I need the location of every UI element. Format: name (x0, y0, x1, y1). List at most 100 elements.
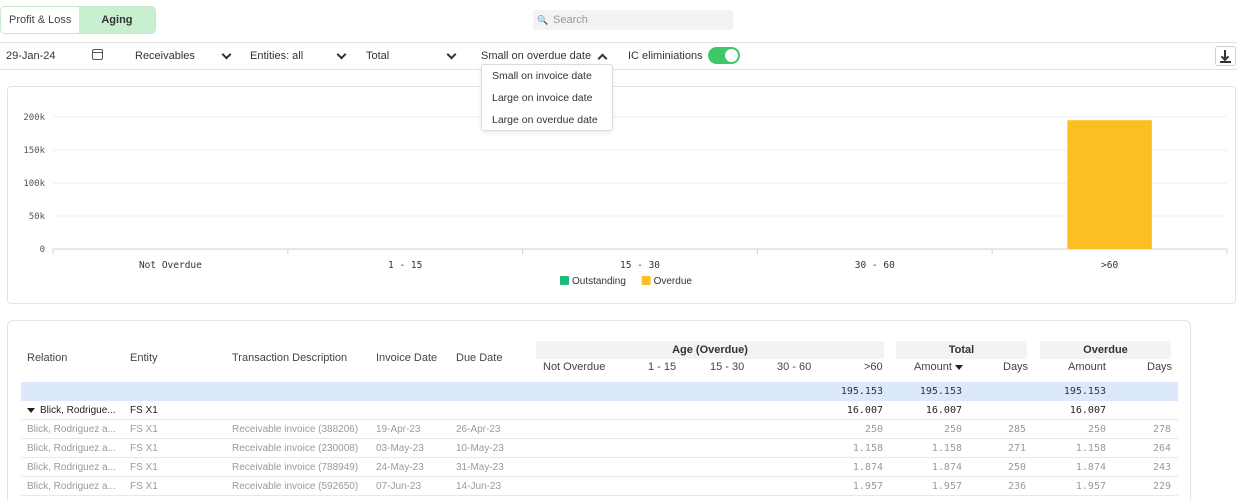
search-input[interactable] (553, 11, 728, 29)
sort-option-large-overdue[interactable]: Large on overdue date (492, 112, 598, 128)
col-header-not-overdue[interactable]: Not Overdue (543, 361, 605, 373)
col-header-description[interactable]: Transaction Description (232, 352, 347, 364)
chevron-down-icon (336, 49, 347, 60)
y-tick-label: 200k (23, 113, 45, 123)
col-header-overdue-days[interactable]: Days (1147, 361, 1172, 373)
tab-profit-loss[interactable]: Profit & Loss (1, 7, 80, 33)
table-row[interactable]: Blick, Rodriguez a... FS X1 Receivable i… (21, 477, 1178, 496)
cell-overdue-amount: 1.158 (1075, 443, 1106, 454)
group-total-amount: 16.007 (925, 405, 962, 416)
cell-relation: Blick, Rodriguez a... (27, 462, 116, 473)
group-60-plus: 16.007 (846, 405, 883, 416)
cell-due-date: 31-May-23 (456, 462, 504, 473)
col-header-relation[interactable]: Relation (27, 352, 67, 364)
tab-aging[interactable]: Aging (79, 7, 155, 33)
download-button[interactable] (1215, 46, 1236, 66)
summary-overdue-amount: 195.153 (1063, 386, 1106, 397)
sort-dropdown-menu: Small on invoice date Large on invoice d… (481, 64, 613, 131)
cell-invoice-date: 24-May-23 (376, 462, 424, 473)
cell-total-days: 271 (1007, 443, 1026, 454)
summary-total-amount: 195.153 (919, 386, 962, 397)
cell-60-plus: 250 (864, 424, 883, 435)
cell-total-days: 250 (1007, 462, 1026, 473)
divider (0, 42, 1237, 43)
group-row[interactable]: Blick, Rodrigue... FS X1 16.007 16.007 1… (21, 401, 1178, 420)
cell-invoice-date: 07-Jun-23 (376, 481, 422, 492)
cell-total-amount: 1.874 (931, 462, 962, 473)
cell-due-date: 26-Apr-23 (456, 424, 501, 435)
group-overdue-amount: 16.007 (1069, 405, 1106, 416)
entities-select[interactable]: Entities: all (250, 47, 350, 65)
col-header-60-plus[interactable]: >60 (864, 361, 883, 373)
type-select[interactable]: Receivables (135, 47, 235, 65)
sort-option-large-invoice[interactable]: Large on invoice date (492, 90, 592, 106)
col-header-overdue-amount[interactable]: Amount (1068, 361, 1106, 373)
chevron-up-icon (597, 53, 608, 64)
y-tick-label: 150k (23, 146, 45, 156)
legend-label-outstanding: Outstanding (572, 276, 626, 287)
scope-select[interactable]: Total (366, 47, 458, 65)
col-header-total-days[interactable]: Days (1003, 361, 1028, 373)
bar-overdue (1067, 120, 1152, 249)
summary-row: 195.153 195.153 195.153 (21, 382, 1178, 401)
summary-60-plus: 195.153 (840, 386, 883, 397)
toggle-knob (725, 49, 738, 62)
x-tick-label: Not Overdue (139, 260, 202, 271)
table-row[interactable]: Blick, Rodriguez a... FS X1 Receivable i… (21, 458, 1178, 477)
legend-swatch-overdue (641, 276, 651, 285)
cell-overdue-amount: 1.874 (1075, 462, 1106, 473)
legend-swatch-outstanding (560, 276, 569, 285)
cell-overdue-days: 264 (1152, 443, 1171, 454)
ic-eliminations-toggle[interactable] (708, 47, 740, 64)
sort-option-small-invoice[interactable]: Small on invoice date (492, 68, 592, 84)
col-header-invoice-date[interactable]: Invoice Date (376, 352, 437, 364)
cell-due-date: 10-May-23 (456, 443, 504, 454)
group-entity: FS X1 (130, 405, 158, 416)
chevron-down-icon (221, 49, 232, 60)
col-header-15-30[interactable]: 15 - 30 (710, 361, 744, 373)
cell-overdue-days: 278 (1152, 424, 1171, 435)
cell-total-days: 285 (1007, 424, 1026, 435)
cell-relation: Blick, Rodriguez a... (27, 443, 116, 454)
cell-due-date: 14-Jun-23 (456, 481, 502, 492)
scope-select-label: Total (366, 50, 390, 62)
x-tick-label: 15 - 30 (620, 260, 660, 271)
cell-60-plus: 1.957 (852, 481, 883, 492)
col-group-overdue: Overdue (1040, 341, 1171, 359)
sort-select[interactable]: Small on overdue date (481, 47, 611, 65)
col-header-total-amount[interactable]: Amount (914, 361, 963, 373)
cell-entity: FS X1 (130, 443, 158, 454)
cell-relation: Blick, Rodriguez a... (27, 481, 116, 492)
cell-relation: Blick, Rodriguez a... (27, 424, 116, 435)
y-tick-label: 0 (40, 245, 45, 255)
calendar-icon[interactable] (92, 49, 103, 60)
cell-overdue-days: 229 (1152, 481, 1171, 492)
col-header-due-date[interactable]: Due Date (456, 352, 502, 364)
cell-description: Receivable invoice (388206) (232, 424, 359, 435)
sort-desc-icon (954, 364, 963, 370)
cell-entity: FS X1 (130, 424, 158, 435)
col-header-1-15[interactable]: 1 - 15 (648, 361, 676, 373)
cell-description: Receivable invoice (230008) (232, 443, 359, 454)
group-relation[interactable]: Blick, Rodrigue... (27, 401, 131, 420)
aging-chart: 0 50k 100k 150k 200k Not Overdue 1 - 15 15 - 30… (23, 113, 1228, 287)
x-tick-label: 30 - 60 (855, 260, 895, 271)
date-filter[interactable]: 29-Jan-24 (6, 47, 56, 65)
cell-60-plus: 1.158 (852, 443, 883, 454)
table-row[interactable]: Blick, Rodriguez a... FS X1 Receivable i… (21, 439, 1178, 458)
cell-total-amount: 250 (943, 424, 962, 435)
cell-overdue-amount: 1.957 (1075, 481, 1106, 492)
table-row[interactable]: Blick, Rodriguez a... FS X1 Receivable i… (21, 420, 1178, 439)
search-box: 🔍 (533, 10, 733, 30)
legend-label-overdue: Overdue (654, 276, 693, 287)
chevron-down-icon (446, 49, 457, 60)
cell-overdue-amount: 250 (1087, 424, 1106, 435)
divider (0, 69, 1237, 70)
col-header-30-60[interactable]: 30 - 60 (777, 361, 811, 373)
report-tabs: Profit & Loss Aging (0, 6, 156, 34)
cell-entity: FS X1 (130, 481, 158, 492)
collapse-icon[interactable] (27, 407, 35, 413)
y-tick-label: 50k (29, 212, 46, 222)
col-header-entity[interactable]: Entity (130, 352, 158, 364)
y-tick-label: 100k (23, 179, 45, 189)
